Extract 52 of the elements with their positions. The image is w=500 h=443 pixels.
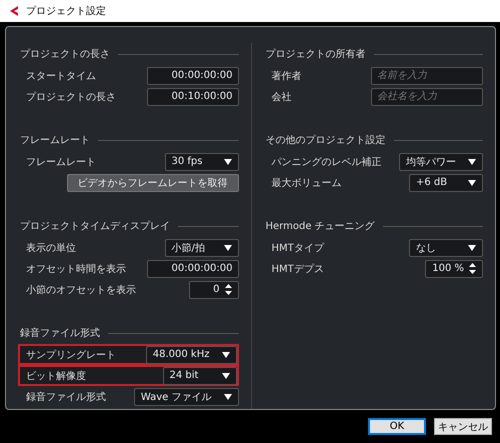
setting-label: サンプリングレート	[26, 348, 116, 362]
app-logo-icon	[8, 5, 20, 17]
text-field[interactable]: 名前を入力	[371, 66, 483, 84]
stepper-icon	[469, 263, 476, 274]
section-title: プロジェクトの所有者	[266, 48, 366, 61]
dropdown[interactable]: +6 dB	[409, 174, 483, 192]
section-title: その他のプロジェクト設定	[266, 134, 386, 147]
setting-label: 最大ボリューム	[272, 176, 342, 190]
dropdown[interactable]: なし	[409, 238, 483, 256]
caret-icon	[468, 180, 476, 186]
window-title: プロジェクト設定	[26, 4, 106, 18]
setting-label: パンニングのレベル補正	[272, 156, 382, 168]
setting-label: ビット解像度	[26, 370, 86, 382]
setting-label: 小節のオフセットを表示	[26, 284, 136, 296]
section-title: プロジェクトの長さ	[20, 48, 110, 61]
dropdown[interactable]: 48.000 kHz	[146, 346, 236, 364]
dropdown[interactable]: Wave ファイル	[134, 388, 238, 406]
setting-label: 表示の単位	[26, 242, 76, 254]
caret-icon	[468, 158, 476, 164]
setting-label: 著作者	[272, 70, 302, 82]
dropdown[interactable]: 小節/拍	[164, 238, 238, 256]
dropdown[interactable]: 30 fps	[164, 152, 238, 170]
dropdown[interactable]: 24 bit	[162, 366, 236, 384]
text-field[interactable]: 会社名を入力	[371, 88, 483, 106]
caret-icon	[468, 244, 476, 250]
section-title: プロジェクトタイムディスプレイ	[20, 220, 170, 233]
get-frame-rate-button[interactable]: ビデオからフレームレートを取得	[66, 174, 238, 192]
text-field[interactable]: 00:10:00:00	[146, 88, 238, 106]
text-field[interactable]: 00:00:00:00	[146, 66, 238, 84]
section-title: 録音ファイル形式	[20, 326, 100, 340]
number-spinner[interactable]: 100 %	[425, 260, 483, 278]
caret-icon	[222, 372, 230, 378]
caret-icon	[224, 244, 232, 250]
setting-label: オフセット時間を表示	[26, 262, 126, 276]
setting-label: プロジェクトの長さ	[26, 90, 116, 104]
section-title: Hermode チューニング	[266, 220, 375, 233]
setting-label: HMTデプス	[272, 262, 324, 276]
dropdown[interactable]: 均等パワー	[399, 152, 483, 170]
caret-icon	[222, 352, 230, 358]
stepper-icon	[224, 284, 232, 295]
setting-label: HMTタイプ	[272, 242, 324, 254]
dialog-button[interactable]: キャンセル	[434, 418, 492, 435]
setting-label: 録音ファイル形式	[26, 390, 106, 404]
setting-label: スタートタイム	[26, 70, 96, 82]
setting-label: 会社	[272, 90, 292, 104]
caret-icon	[224, 394, 232, 400]
setting-label: フレームレート	[26, 156, 96, 168]
number-spinner[interactable]: 0	[188, 280, 238, 298]
text-field[interactable]: 00:00:00:00	[146, 260, 238, 278]
dialog-button[interactable]: OK	[368, 418, 426, 435]
caret-icon	[224, 158, 232, 164]
section-title: フレームレート	[20, 134, 90, 147]
